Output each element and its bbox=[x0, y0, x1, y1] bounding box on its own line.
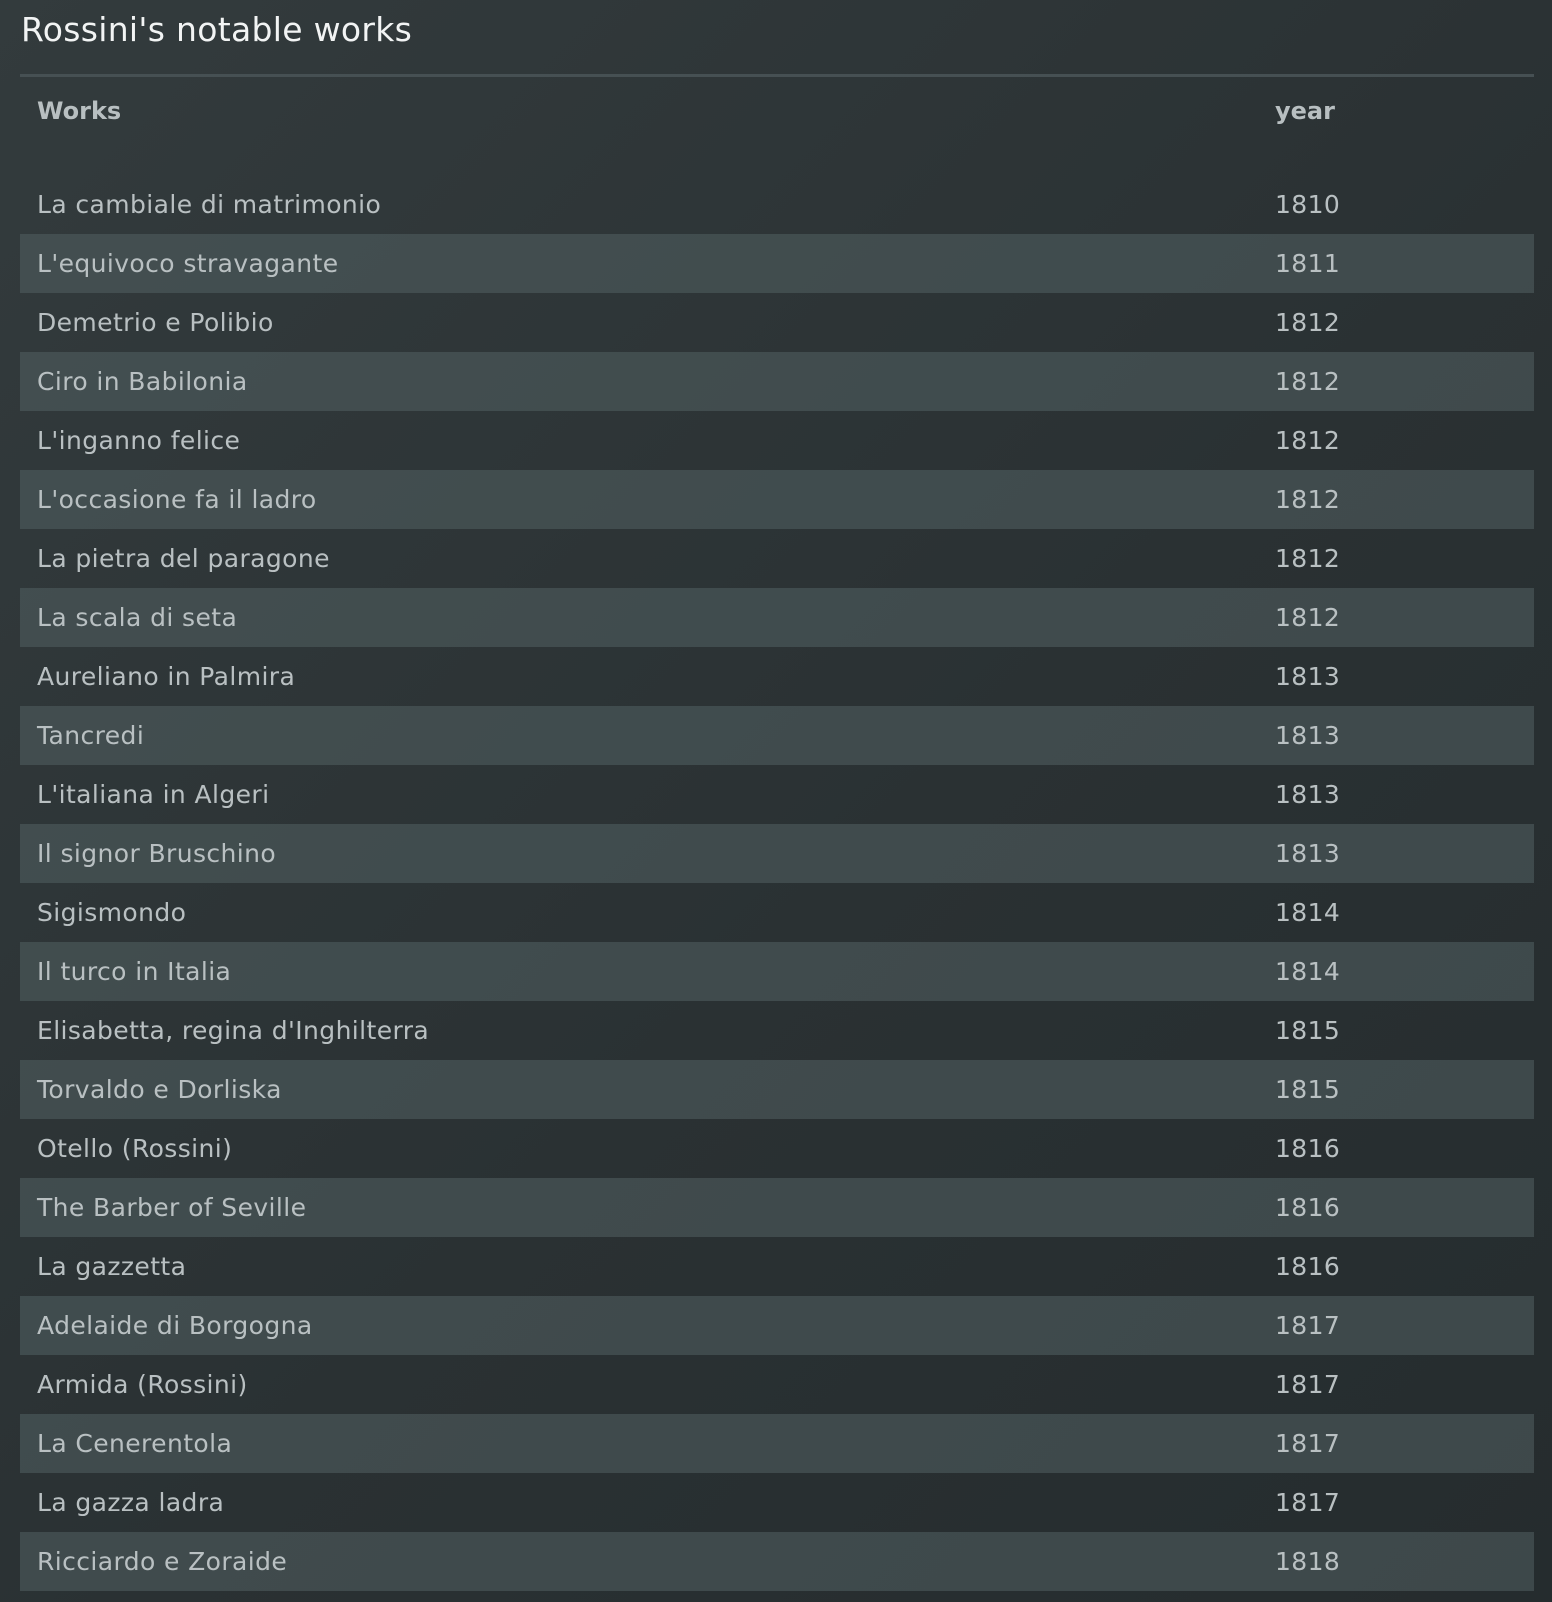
table-row: Ciro in Babilonia 1812 bbox=[20, 352, 1534, 411]
work-title-cell: La gazzetta bbox=[37, 1252, 187, 1281]
year-cell: 1814 bbox=[1275, 898, 1341, 927]
work-title-cell: Demetrio e Polibio bbox=[37, 308, 274, 337]
year-cell: 1812 bbox=[1275, 308, 1341, 337]
work-title-cell: Torvaldo e Dorliska bbox=[37, 1075, 282, 1104]
year-cell: 1817 bbox=[1275, 1429, 1341, 1458]
work-title-cell: La Cenerentola bbox=[37, 1429, 233, 1458]
work-title-cell: Elisabetta, regina d'Inghilterra bbox=[37, 1016, 430, 1045]
work-title-cell: Il signor Bruschino bbox=[37, 839, 277, 868]
page-title: Rossini's notable works bbox=[21, 10, 413, 49]
year-cell: 1813 bbox=[1275, 721, 1341, 750]
year-cell: 1810 bbox=[1275, 190, 1341, 219]
year-cell: 1817 bbox=[1275, 1311, 1341, 1340]
table-row: The Barber of Seville 1816 bbox=[20, 1178, 1534, 1237]
table-row: Tancredi 1813 bbox=[20, 706, 1534, 765]
work-title-cell: La scala di seta bbox=[37, 603, 238, 632]
year-cell: 1812 bbox=[1275, 544, 1341, 573]
year-cell: 1816 bbox=[1275, 1252, 1341, 1281]
work-title-cell: Ciro in Babilonia bbox=[37, 367, 248, 396]
table-row: Ricciardo e Zoraide 1818 bbox=[20, 1532, 1534, 1591]
work-title-cell: Sigismondo bbox=[37, 898, 187, 927]
work-title-cell: La pietra del paragone bbox=[37, 544, 330, 573]
table-row: Sigismondo 1814 bbox=[20, 883, 1534, 942]
header-spacer bbox=[20, 165, 1534, 175]
table-row: Demetrio e Polibio 1812 bbox=[20, 293, 1534, 352]
table-row: La pietra del paragone 1812 bbox=[20, 529, 1534, 588]
year-cell: 1812 bbox=[1275, 426, 1341, 455]
column-header-year[interactable]: year bbox=[1275, 97, 1335, 125]
table-row: L'occasione fa il ladro 1812 bbox=[20, 470, 1534, 529]
work-title-cell: L'inganno felice bbox=[37, 426, 241, 455]
table-row: La scala di seta 1812 bbox=[20, 588, 1534, 647]
work-title-cell: Il turco in Italia bbox=[37, 957, 232, 986]
work-title-cell: Armida (Rossini) bbox=[37, 1370, 248, 1399]
year-cell: 1815 bbox=[1275, 1075, 1341, 1104]
year-cell: 1816 bbox=[1275, 1134, 1341, 1163]
year-cell: 1813 bbox=[1275, 662, 1341, 691]
table-row: La Cenerentola 1817 bbox=[20, 1414, 1534, 1473]
table-row: Il signor Bruschino 1813 bbox=[20, 824, 1534, 883]
page: Rossini's notable works Works year La ca… bbox=[0, 0, 1552, 1602]
work-title-cell: Ricciardo e Zoraide bbox=[37, 1547, 288, 1576]
year-cell: 1817 bbox=[1275, 1370, 1341, 1399]
table-row: La cambiale di matrimonio 1810 bbox=[20, 175, 1534, 234]
table-row: L'equivoco stravagante 1811 bbox=[20, 234, 1534, 293]
table-row: L'inganno felice 1812 bbox=[20, 411, 1534, 470]
table-body: La cambiale di matrimonio 1810 L'equivoco … bbox=[20, 175, 1534, 1591]
work-title-cell: La cambiale di matrimonio bbox=[37, 190, 382, 219]
table-row: Otello (Rossini) 1816 bbox=[20, 1119, 1534, 1178]
table-row: Armida (Rossini) 1817 bbox=[20, 1355, 1534, 1414]
work-title-cell: Tancredi bbox=[37, 721, 145, 750]
year-cell: 1812 bbox=[1275, 485, 1341, 514]
year-cell: 1812 bbox=[1275, 367, 1341, 396]
works-table: Works year La cambiale di matrimonio 1810… bbox=[20, 74, 1534, 1591]
table-row: Elisabetta, regina d'Inghilterra 1815 bbox=[20, 1001, 1534, 1060]
year-cell: 1814 bbox=[1275, 957, 1341, 986]
work-title-cell: Aureliano in Palmira bbox=[37, 662, 296, 691]
work-title-cell: L'occasione fa il ladro bbox=[37, 485, 317, 514]
year-cell: 1815 bbox=[1275, 1016, 1341, 1045]
work-title-cell: The Barber of Seville bbox=[37, 1193, 307, 1222]
year-cell: 1813 bbox=[1275, 780, 1341, 809]
column-header-works[interactable]: Works bbox=[37, 97, 121, 125]
work-title-cell: La gazza ladra bbox=[37, 1488, 225, 1517]
work-title-cell: Otello (Rossini) bbox=[37, 1134, 233, 1163]
year-cell: 1812 bbox=[1275, 603, 1341, 632]
year-cell: 1817 bbox=[1275, 1488, 1341, 1517]
table-row: Aureliano in Palmira 1813 bbox=[20, 647, 1534, 706]
work-title-cell: Adelaide di Borgogna bbox=[37, 1311, 313, 1340]
year-cell: 1816 bbox=[1275, 1193, 1341, 1222]
year-cell: 1813 bbox=[1275, 839, 1341, 868]
table-row: Adelaide di Borgogna 1817 bbox=[20, 1296, 1534, 1355]
table-row: Il turco in Italia 1814 bbox=[20, 942, 1534, 1001]
year-cell: 1818 bbox=[1275, 1547, 1341, 1576]
table-row: L'italiana in Algeri 1813 bbox=[20, 765, 1534, 824]
table-row: Torvaldo e Dorliska 1815 bbox=[20, 1060, 1534, 1119]
work-title-cell: L'italiana in Algeri bbox=[37, 780, 270, 809]
table-header-row: Works year bbox=[20, 77, 1534, 165]
year-cell: 1811 bbox=[1275, 249, 1341, 278]
work-title-cell: L'equivoco stravagante bbox=[37, 249, 339, 278]
table-row: La gazzetta 1816 bbox=[20, 1237, 1534, 1296]
table-row: La gazza ladra 1817 bbox=[20, 1473, 1534, 1532]
